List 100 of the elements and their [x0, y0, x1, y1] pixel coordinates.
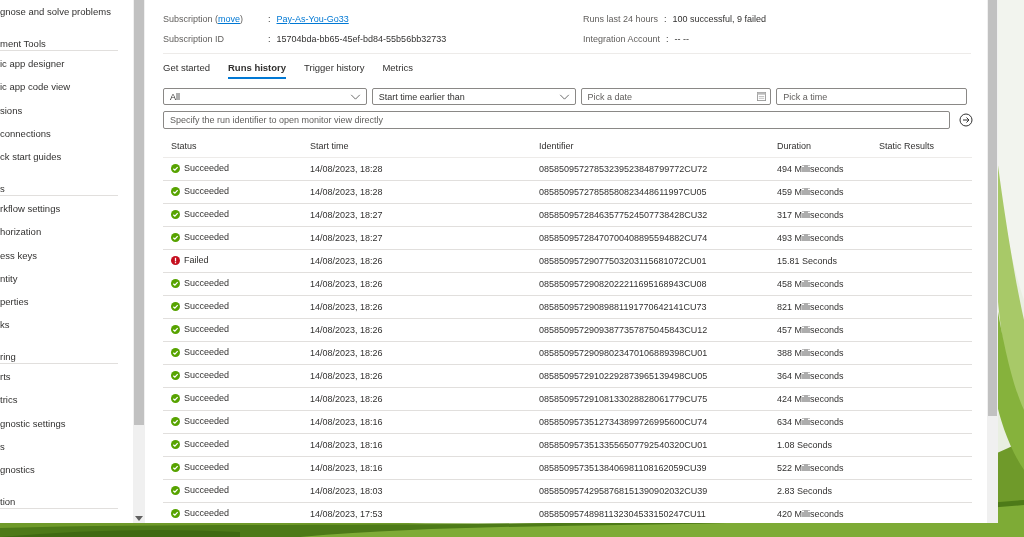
status-text: Succeeded — [184, 370, 230, 381]
table-cell: 14/08/2023, 18:26 — [310, 256, 383, 266]
sidebar-section-heading: ring — [0, 342, 118, 365]
table-cell: 08585095735133556507792540320CU01 — [539, 440, 708, 450]
table-cell: 08585095735127343899726995600CU74 — [539, 417, 708, 427]
table-cell: 634 Milliseconds — [777, 417, 844, 427]
table-cell: 14/08/2023, 18:26 — [310, 302, 383, 312]
sidebar-item[interactable]: ic app code view — [0, 81, 133, 105]
status-text: Succeeded — [184, 324, 230, 335]
sidebar-item[interactable]: trics — [0, 394, 133, 418]
status-dropdown[interactable]: All — [163, 88, 367, 105]
sidebar-item[interactable]: gnostics — [0, 464, 133, 488]
status-text: Succeeded — [184, 209, 230, 220]
arrow-right-circle-icon[interactable] — [959, 113, 973, 127]
field-label: Integration Account — [583, 34, 661, 44]
table-row[interactable]: Succeeded 14/08/2023, 18:26 08585095729102292873965139498CU05 364 Milliseconds — [163, 364, 972, 388]
field-value: -- -- — [674, 34, 690, 44]
column-header: Start time — [310, 141, 349, 151]
table-cell: 08585095729077503203115681072CU01 — [539, 256, 707, 266]
status-text: Failed — [184, 255, 209, 266]
chevron-down-icon — [349, 93, 361, 100]
column-header: Identifier — [539, 141, 574, 151]
status-text: Succeeded — [184, 278, 230, 289]
table-cell: 08585095748981132304533150247CU11 — [539, 509, 706, 519]
sidebar-section-heading: ment Tools — [0, 29, 118, 52]
table-row[interactable]: Succeeded 14/08/2023, 18:27 08585095728470700408895594882CU74 493 Milliseconds — [163, 226, 972, 250]
table-cell: 08585095729089881191770642141CU73 — [539, 302, 707, 312]
table-cell: 1.08 Seconds — [777, 440, 833, 450]
status-text: Succeeded — [184, 163, 230, 174]
table-cell: 364 Milliseconds — [777, 371, 844, 381]
scroll-down-icon[interactable] — [135, 516, 143, 521]
status-text: Succeeded — [184, 232, 230, 243]
status-text: Succeeded — [184, 186, 230, 197]
table-row[interactable]: Succeeded 14/08/2023, 18:28 08585095727853239523848799772CU72 494 Milliseconds — [163, 157, 972, 181]
run-id-field[interactable]: Specify the run identifier to open monitor view directly — [163, 111, 950, 129]
time-filter-dropdown[interactable]: Start time earlier than — [371, 88, 576, 105]
sidebar-item[interactable]: ic app designer — [0, 58, 133, 82]
table-cell: 14/08/2023, 18:27 — [310, 233, 383, 243]
table-cell: 08585095728470700408895594882CU74 — [539, 233, 708, 243]
table-cell: 14/08/2023, 18:16 — [310, 463, 383, 473]
sidebar-item[interactable]: ntity — [0, 272, 133, 296]
table-cell: 493 Milliseconds — [777, 233, 844, 243]
sidebar-item[interactable]: sions — [0, 104, 133, 128]
table-cell: 14/08/2023, 18:26 — [310, 348, 383, 358]
table-cell: 14/08/2023, 18:03 — [310, 486, 383, 496]
table-cell: 317 Milliseconds — [777, 210, 844, 220]
calendar-icon[interactable] — [757, 92, 767, 101]
table-row[interactable]: Succeeded 14/08/2023, 18:16 08585095735138406981108162059CU39 522 Milliseconds — [163, 456, 972, 480]
colon: : — [664, 14, 667, 24]
table-cell: 08585095729082022211695168943CU08 — [539, 279, 707, 289]
sidebar-item[interactable]: gnose and solve problems — [0, 6, 133, 30]
table-cell: 494 Milliseconds — [777, 164, 844, 174]
table-cell: 14/08/2023, 18:16 — [310, 440, 383, 450]
table-row[interactable]: Succeeded 14/08/2023, 18:27 08585095728463577524507738428CU32 317 Milliseconds — [163, 203, 972, 227]
sidebar-section-heading: s — [0, 174, 118, 197]
sidebar-item[interactable]: ks — [0, 319, 133, 343]
field-value: 15704bda-bb65-45ef-bd84-55b56bb32733 — [276, 34, 447, 44]
time-field[interactable]: Pick a time — [776, 88, 967, 105]
table-cell: 14/08/2023, 18:16 — [310, 417, 383, 427]
sidebar-item[interactable]: connections — [0, 127, 133, 151]
table-row[interactable]: Succeeded 14/08/2023, 18:26 08585095729108133028828061779CU75 424 Milliseconds — [163, 387, 972, 411]
sidebar-item[interactable]: ess keys — [0, 249, 133, 273]
status-text: Succeeded — [184, 393, 230, 404]
subscription-link[interactable]: Pay-As-You-Go33 — [276, 14, 349, 24]
scrollbar[interactable] — [133, 0, 145, 523]
table-cell: 388 Milliseconds — [777, 348, 844, 358]
table-row[interactable]: Succeeded 14/08/2023, 18:28 08585095727858580823448611997CU05 459 Milliseconds — [163, 180, 972, 204]
field-value: 100 successful, 9 failed — [672, 14, 767, 24]
table-row[interactable]: Succeeded 14/08/2023, 18:26 08585095729098023470106889398CU01 388 Milliseconds — [163, 341, 972, 365]
table-cell: 08585095742958768151390902032CU39 — [539, 486, 708, 496]
tab[interactable]: Get started — [163, 61, 210, 79]
table-row[interactable]: Succeeded 14/08/2023, 18:26 08585095729089881191770642141CU73 821 Milliseconds — [163, 295, 972, 319]
sidebar-item[interactable]: s — [0, 440, 133, 464]
sidebar-item[interactable]: horization — [0, 226, 133, 250]
status-text: Succeeded — [184, 485, 230, 496]
table-cell: 14/08/2023, 18:27 — [310, 210, 383, 220]
tab[interactable]: Runs history — [228, 61, 287, 79]
table-cell: 522 Milliseconds — [777, 463, 844, 473]
table-row[interactable]: Succeeded 14/08/2023, 18:16 08585095735127343899726995600CU74 634 Milliseconds — [163, 410, 972, 434]
table-row[interactable]: Succeeded 14/08/2023, 18:26 08585095729093877357875045843CU12 457 Milliseconds — [163, 318, 972, 342]
tab[interactable]: Trigger history — [304, 61, 365, 79]
table-cell: 08585095727858580823448611997CU05 — [539, 187, 707, 197]
tab[interactable]: Metrics — [382, 61, 414, 79]
table-cell: 458 Milliseconds — [777, 279, 844, 289]
table-row[interactable]: Succeeded 14/08/2023, 18:03 08585095742958768151390902032CU39 2.83 Seconds — [163, 479, 972, 503]
sidebar-item[interactable]: rts — [0, 371, 133, 395]
sidebar-item[interactable]: perties — [0, 295, 133, 320]
date-field[interactable]: Pick a date — [580, 88, 772, 105]
sidebar-item[interactable]: rkflow settings — [0, 203, 133, 227]
table-row[interactable]: Failed 14/08/2023, 18:26 08585095729077503203115681072CU01 15.81 Seconds — [163, 249, 972, 273]
column-header: Duration — [777, 141, 812, 151]
sidebar-item[interactable]: gnostic settings — [0, 417, 133, 441]
colon: : — [268, 34, 271, 44]
scrollbar[interactable] — [987, 0, 998, 523]
table-row[interactable]: Succeeded 14/08/2023, 18:26 08585095729082022211695168943CU08 458 Milliseconds — [163, 272, 972, 296]
table-cell: 08585095735138406981108162059CU39 — [539, 463, 707, 473]
colon: : — [666, 34, 669, 44]
table-row[interactable]: Succeeded 14/08/2023, 18:16 08585095735133556507792540320CU01 1.08 Seconds — [163, 433, 972, 457]
status-text: Succeeded — [184, 508, 230, 519]
sidebar-item[interactable]: ck start guides — [0, 150, 133, 175]
